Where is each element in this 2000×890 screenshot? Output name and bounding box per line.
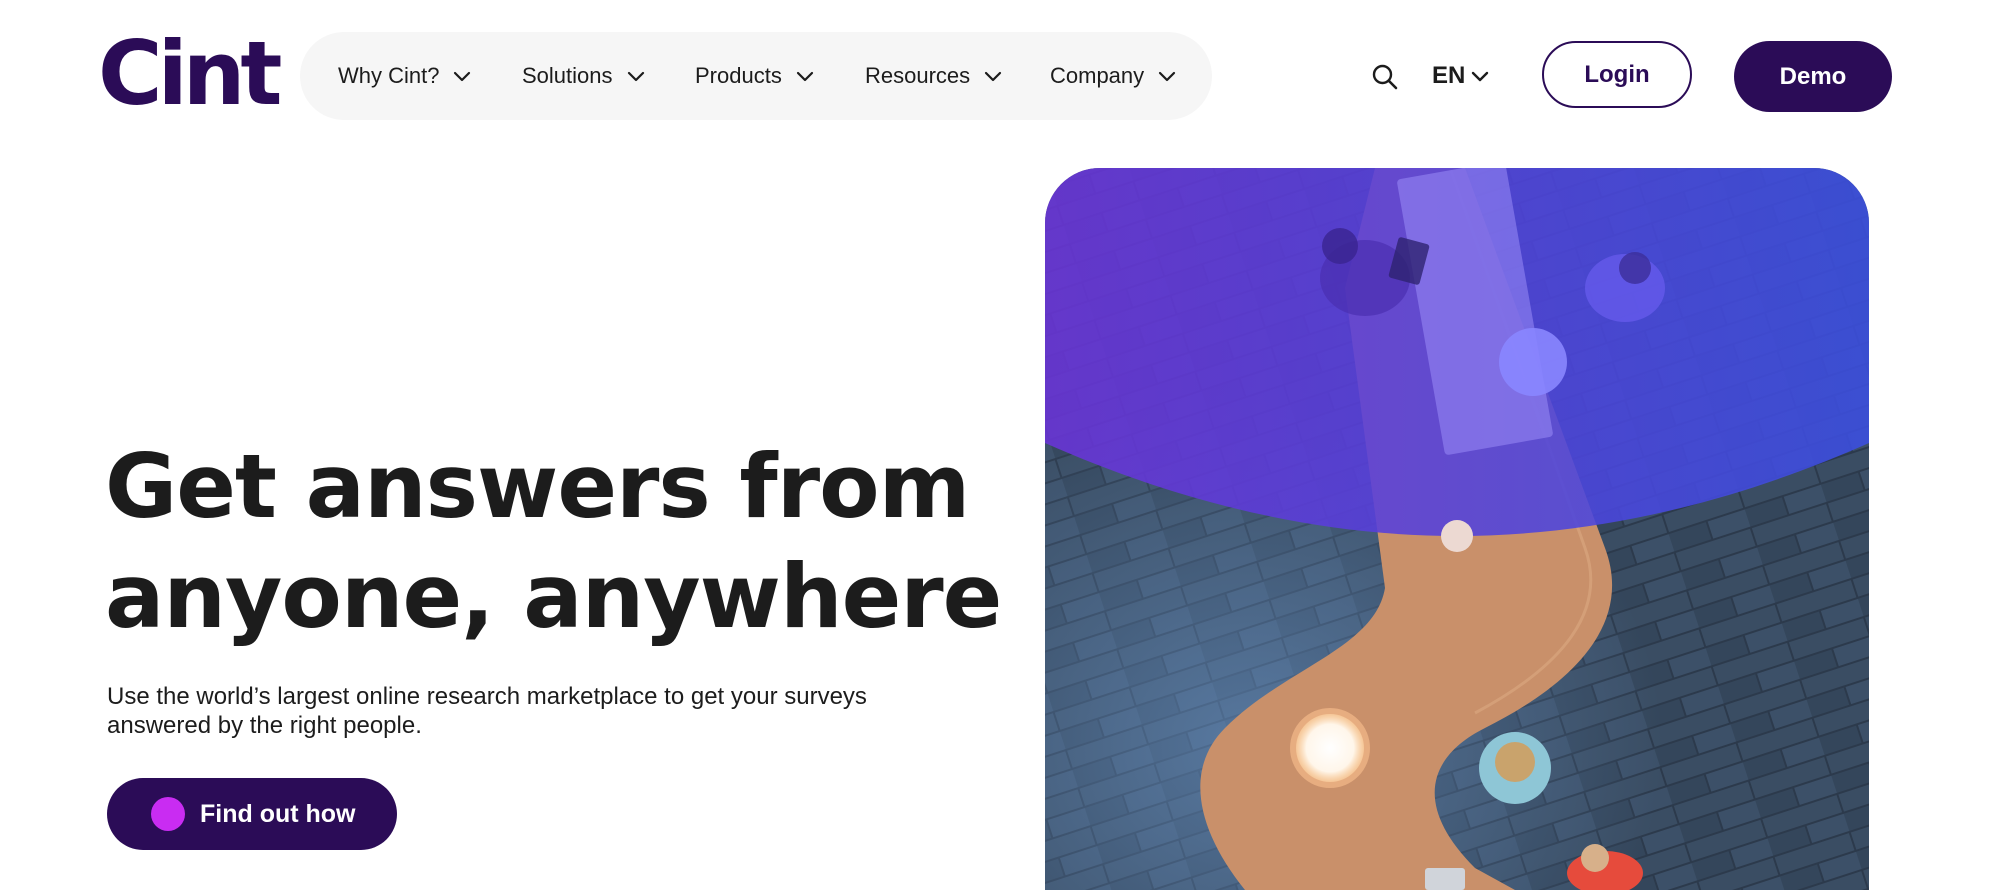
cta-label: Find out how [200,799,356,828]
nav-item-solutions[interactable]: Solutions [522,32,645,120]
hero-photo-illustration [1045,168,1869,890]
nav-item-label: Why Cint? [338,63,440,88]
chevron-down-icon [1158,70,1176,82]
find-out-how-button[interactable]: Find out how [107,778,397,850]
language-label: EN [1432,62,1466,89]
nav-item-resources[interactable]: Resources [865,32,1002,120]
login-button[interactable]: Login [1542,41,1692,108]
nav-item-why-cint[interactable]: Why Cint? [338,32,471,120]
chevron-down-icon [453,70,471,82]
demo-button[interactable]: Demo [1734,41,1892,112]
chevron-down-icon [796,70,814,82]
cta-dot-icon [151,797,185,831]
chevron-down-icon [1471,70,1489,82]
nav-item-label: Resources [865,63,971,88]
headline-line-1: Get answers from [105,435,970,538]
headline-line-2: anyone, anywhere [105,545,1002,648]
nav-item-company[interactable]: Company [1050,32,1176,120]
hero-headline: Get answers from anyone, anywhere [105,432,1025,652]
language-selector[interactable]: EN [1432,58,1489,94]
nav-item-products[interactable]: Products [695,32,814,120]
chevron-down-icon [627,70,645,82]
search-icon[interactable] [1370,62,1400,92]
main-nav: Why Cint? Solutions Products Resources C… [300,32,1212,120]
chevron-down-icon [984,70,1002,82]
hero-image [1045,168,1869,890]
cint-logo[interactable]: Cint [98,30,282,118]
nav-item-label: Solutions [522,63,613,88]
hero-subtext: Use the world’s largest online research … [107,683,867,739]
nav-item-label: Company [1050,63,1145,88]
nav-item-label: Products [695,63,782,88]
